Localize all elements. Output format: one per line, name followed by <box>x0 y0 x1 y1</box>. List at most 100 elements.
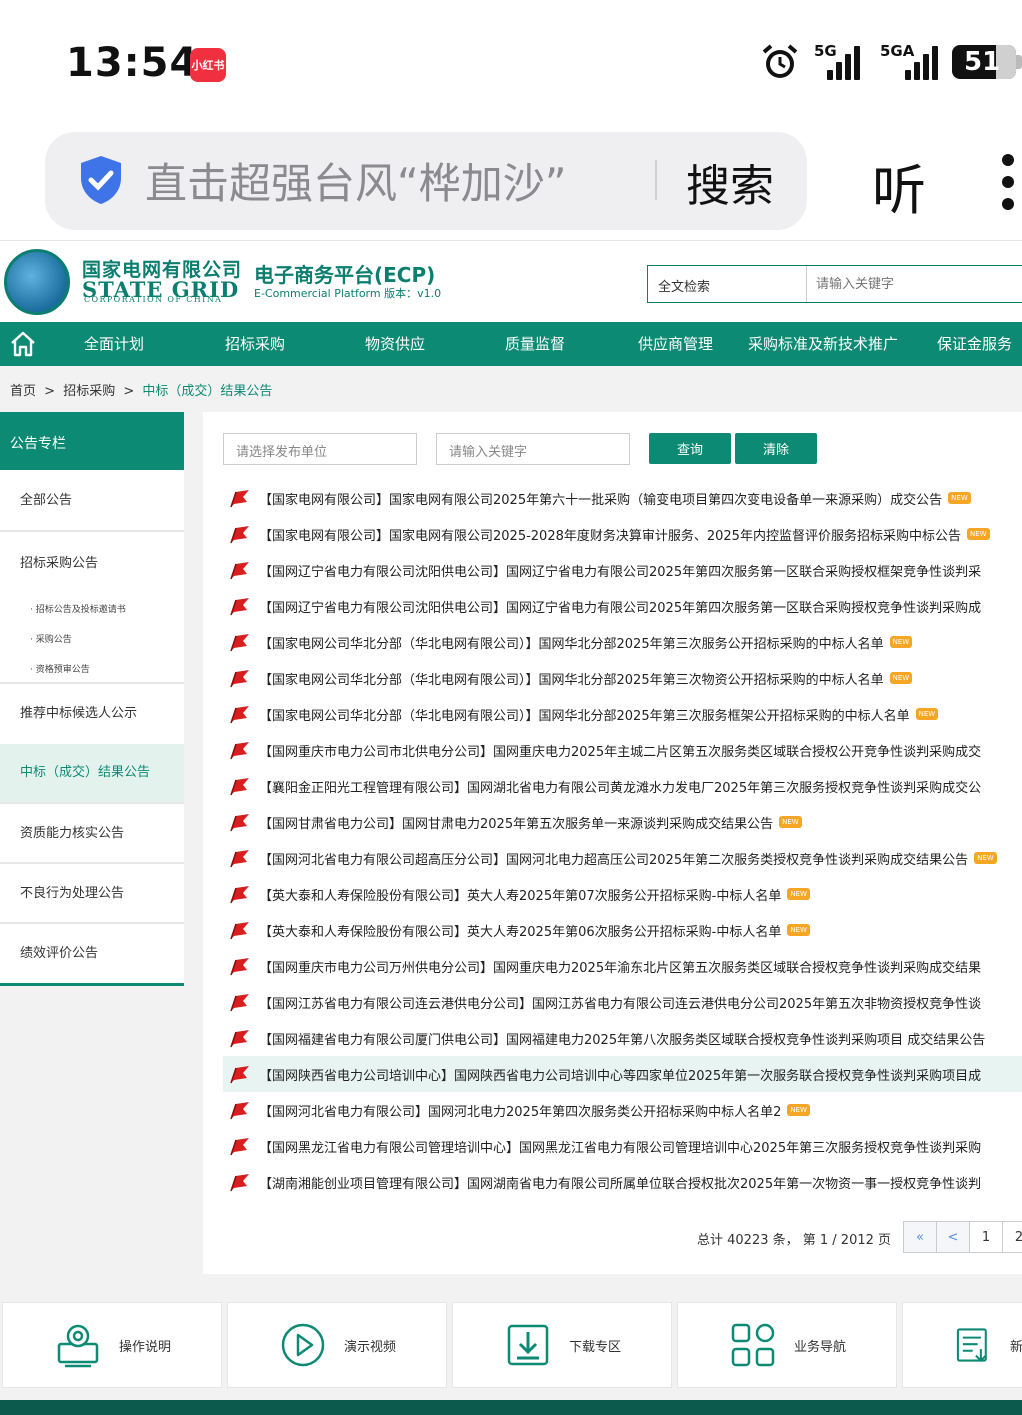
tool-instructions[interactable]: 操作说明 <box>2 1302 222 1388</box>
notice-item[interactable]: 【国网河北省电力有限公司超高压分公司】国网河北电力超高压公司2025年第二次服务… <box>223 840 1022 876</box>
new-badge: NEW <box>966 528 990 540</box>
notice-title[interactable]: 【襄阳金正阳光工程管理有限公司】国网湖北省电力有限公司黄龙滩水力发电厂2025年… <box>259 777 981 796</box>
notice-item[interactable]: 【国网甘肃省电力公司】国网甘肃电力2025年第五次服务单一来源谈判采购成交结果公… <box>223 804 1022 840</box>
notice-title[interactable]: 【国网陕西省电力公司培训中心】国网陕西省电力公司培训中心等四家单位2025年第一… <box>259 1065 981 1084</box>
red-flag-icon <box>230 490 249 508</box>
notice-title[interactable]: 【国家电网公司华北分部（华北电网有限公司）】国网华北分部2025年第三次物资公开… <box>259 669 884 688</box>
notice-item[interactable]: 【英大泰和人寿保险股份有限公司】英大人寿2025年第06次服务公开招标采购-中标… <box>223 912 1022 948</box>
sidebar-item-all[interactable]: 全部公告 <box>0 470 184 532</box>
notice-title[interactable]: 【国网福建省电力有限公司厦门供电公司】国网福建电力2025年第八次服务类区域联合… <box>259 1029 985 1048</box>
nav-item-deposit[interactable]: 保证金服务 <box>937 333 1012 354</box>
first-page-button[interactable]: « <box>903 1221 937 1253</box>
divider <box>655 160 657 200</box>
tool-demo-video[interactable]: 演示视频 <box>227 1302 447 1388</box>
notice-title[interactable]: 【湖南湘能创业项目管理有限公司】国网湖南省电力有限公司所属单位联合授权批次202… <box>259 1173 981 1192</box>
clear-button[interactable]: 清除 <box>735 433 817 464</box>
breadcrumb-home[interactable]: 首页 <box>10 384 36 399</box>
nav-item-quality[interactable]: 质量监督 <box>505 333 565 354</box>
sidebar-item-qualification[interactable]: 资质能力核实公告 <box>0 802 184 862</box>
more-menu-icon[interactable] <box>1002 154 1016 212</box>
page-2-button[interactable]: 2 <box>1002 1221 1022 1253</box>
keyword-input[interactable]: 请输入关键字 <box>436 433 630 465</box>
red-flag-icon <box>230 598 249 616</box>
red-flag-icon <box>230 994 249 1012</box>
document-edit-icon <box>956 1328 987 1363</box>
home-icon[interactable] <box>8 329 38 359</box>
breadcrumb-bidding[interactable]: 招标采购 <box>63 384 115 399</box>
nav-item-supply[interactable]: 物资供应 <box>365 333 425 354</box>
notice-item[interactable]: 【襄阳金正阳光工程管理有限公司】国网湖北省电力有限公司黄龙滩水力发电厂2025年… <box>223 768 1022 804</box>
sidebar-subitem-prequal[interactable]: · 资格预审公告 <box>30 662 90 675</box>
notice-title[interactable]: 【国网黑龙江省电力有限公司管理培训中心】国网黑龙江省电力有限公司管理培训中心20… <box>259 1137 981 1156</box>
notice-item[interactable]: 【国家电网公司华北分部（华北电网有限公司）】国网华北分部2025年第三次服务公开… <box>223 624 1022 660</box>
sidebar-item-misconduct[interactable]: 不良行为处理公告 <box>0 862 184 922</box>
notice-item[interactable]: 【国网福建省电力有限公司厦门供电公司】国网福建电力2025年第八次服务类区域联合… <box>223 1020 1022 1056</box>
notice-title[interactable]: 【国网重庆市电力公司万州供电分公司】国网重庆电力2025年渝东北片区第五次服务类… <box>259 957 981 976</box>
red-flag-icon <box>230 526 249 544</box>
notice-item[interactable]: 【国网辽宁省电力有限公司沈阳供电公司】国网辽宁省电力有限公司2025年第四次服务… <box>223 588 1022 624</box>
new-badge: NEW <box>974 852 997 864</box>
notice-item[interactable]: 【国网陕西省电力公司培训中心】国网陕西省电力公司培训中心等四家单位2025年第一… <box>223 1056 1022 1092</box>
notice-item[interactable]: 【国网河北省电力有限公司】国网河北电力2025年第四次服务类公开招标采购中标人名… <box>223 1092 1022 1128</box>
notice-title[interactable]: 【国家电网公司华北分部（华北电网有限公司）】国网华北分部2025年第三次服务公开… <box>259 633 884 652</box>
browser-search-row: 直击超强台风“桦加沙” 搜索 听 <box>0 120 1022 240</box>
tool-downloads[interactable]: 下载专区 <box>452 1302 672 1388</box>
tool-shortcuts: 操作说明 演示视频 下载专区 业务导航 新 <box>0 1302 1022 1388</box>
notice-item[interactable]: 【湖南湘能创业项目管理有限公司】国网湖南省电力有限公司所属单位联合授权批次202… <box>223 1164 1022 1200</box>
sidebar-title: 公告专栏 <box>0 412 184 470</box>
listen-button[interactable]: 听 <box>872 146 926 225</box>
prev-page-button[interactable]: < <box>936 1221 970 1253</box>
notice-title[interactable]: 【国网辽宁省电力有限公司沈阳供电公司】国网辽宁省电力有限公司2025年第四次服务… <box>259 561 981 580</box>
nav-item-supplier[interactable]: 供应商管理 <box>638 333 713 354</box>
notice-item[interactable]: 【国家电网有限公司】国家电网有限公司2025年第六十一批采购（输变电项目第四次变… <box>223 480 1022 516</box>
notice-title[interactable]: 【英大泰和人寿保险股份有限公司】英大人寿2025年第07次服务公开招标采购-中标… <box>259 885 781 904</box>
notice-title[interactable]: 【英大泰和人寿保险股份有限公司】英大人寿2025年第06次服务公开招标采购-中标… <box>259 921 781 940</box>
notice-title[interactable]: 【国网江苏省电力有限公司连云港供电分公司】国网江苏省电力有限公司连云港供电分公司… <box>259 993 981 1012</box>
search-query-text[interactable]: 直击超强台风“桦加沙” <box>145 150 567 211</box>
fulltext-search-input[interactable] <box>816 270 1016 298</box>
sidebar-item-performance[interactable]: 绩效评价公告 <box>0 922 184 982</box>
notice-title[interactable]: 【国网甘肃省电力公司】国网甘肃电力2025年第五次服务单一来源谈判采购成交结果公… <box>259 813 773 832</box>
status-bar: 13:54 小红书 5G 5GA 51 <box>0 0 1022 120</box>
nav-item-bidding[interactable]: 招标采购 <box>225 333 285 354</box>
notice-item[interactable]: 【国家电网公司华北分部（华北电网有限公司）】国网华北分部2025年第三次物资公开… <box>223 660 1022 696</box>
state-grid-logo[interactable] <box>4 249 70 315</box>
query-button[interactable]: 查询 <box>649 433 731 464</box>
publisher-select[interactable]: 请选择发布单位 <box>223 433 417 465</box>
battery-icon: 51 <box>952 45 1022 79</box>
notice-item[interactable]: 【国家电网公司华北分部（华北电网有限公司）】国网华北分部2025年第三次服务框架… <box>223 696 1022 732</box>
sidebar-item-results[interactable]: 中标（成交）结果公告 <box>0 744 184 802</box>
tool-business-nav[interactable]: 业务导航 <box>677 1302 897 1388</box>
fulltext-search-label[interactable]: 全文检索 <box>658 276 710 295</box>
notice-item[interactable]: 【国网黑龙江省电力有限公司管理培训中心】国网黑龙江省电力有限公司管理培训中心20… <box>223 1128 1022 1164</box>
sidebar-subitem-purchase[interactable]: · 采购公告 <box>30 632 72 645</box>
notice-title[interactable]: 【国网河北省电力有限公司】国网河北电力2025年第四次服务类公开招标采购中标人名… <box>259 1101 781 1120</box>
nav-item-plan[interactable]: 全面计划 <box>84 333 144 354</box>
notice-item[interactable]: 【国网重庆市电力公司万州供电分公司】国网重庆电力2025年渝东北片区第五次服务类… <box>223 948 1022 984</box>
tool-new[interactable]: 新 <box>902 1302 1022 1388</box>
notice-title[interactable]: 【国家电网有限公司】国家电网有限公司2025-2028年度财务决算审计服务、20… <box>259 525 961 544</box>
breadcrumb-current[interactable]: 中标（成交）结果公告 <box>142 384 272 399</box>
page-1-button[interactable]: 1 <box>969 1221 1003 1253</box>
notice-title[interactable]: 【国网河北省电力有限公司超高压分公司】国网河北电力超高压公司2025年第二次服务… <box>259 849 968 868</box>
red-flag-icon <box>230 778 249 796</box>
notice-item[interactable]: 【英大泰和人寿保险股份有限公司】英大人寿2025年第07次服务公开招标采购-中标… <box>223 876 1022 912</box>
notice-item[interactable]: 【国家电网有限公司】国家电网有限公司2025-2028年度财务决算审计服务、20… <box>223 516 1022 552</box>
settings-monitor-icon <box>57 1324 99 1368</box>
new-badge: NEW <box>889 672 913 684</box>
notice-item[interactable]: 【国网江苏省电力有限公司连云港供电分公司】国网江苏省电力有限公司连云港供电分公司… <box>223 984 1022 1020</box>
notice-item[interactable]: 【国网辽宁省电力有限公司沈阳供电公司】国网辽宁省电力有限公司2025年第四次服务… <box>223 552 1022 588</box>
sidebar-item-candidates[interactable]: 推荐中标候选人公示 <box>0 682 184 742</box>
notice-title[interactable]: 【国网辽宁省电力有限公司沈阳供电公司】国网辽宁省电力有限公司2025年第四次服务… <box>259 597 981 616</box>
nav-item-standards[interactable]: 采购标准及新技术推广 <box>748 333 898 354</box>
signal-5ga-icon: 5GA <box>874 42 938 80</box>
notice-title[interactable]: 【国家电网有限公司】国家电网有限公司2025年第六十一批采购（输变电项目第四次变… <box>259 489 942 508</box>
search-button[interactable]: 搜索 <box>686 150 774 214</box>
sidebar-subitem-invitation[interactable]: · 招标公告及投标邀请书 <box>30 602 126 615</box>
sidebar-item-bidding[interactable]: 招标采购公告 <box>0 552 184 571</box>
breadcrumb: 首页 > 招标采购 > 中标（成交）结果公告 <box>10 384 273 399</box>
notice-title[interactable]: 【国家电网公司华北分部（华北电网有限公司）】国网华北分部2025年第三次服务框架… <box>259 705 910 724</box>
notice-title[interactable]: 【国网重庆市电力公司市北供电分公司】国网重庆电力2025年主城二片区第五次服务类… <box>259 741 981 760</box>
grid-apps-icon <box>731 1323 775 1367</box>
notice-item[interactable]: 【国网重庆市电力公司市北供电分公司】国网重庆电力2025年主城二片区第五次服务类… <box>223 732 1022 768</box>
